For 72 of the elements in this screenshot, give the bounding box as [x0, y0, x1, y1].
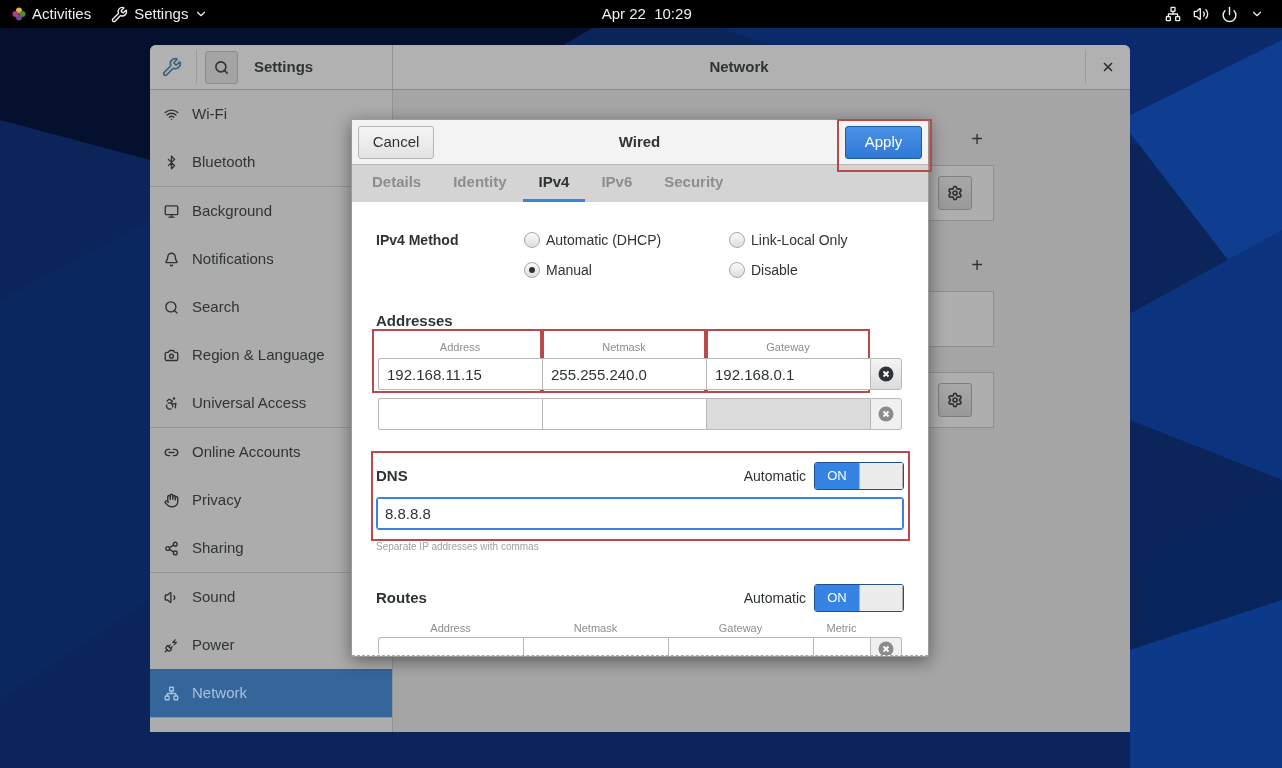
hand-icon: [164, 492, 179, 508]
clear-icon: [878, 406, 894, 422]
column-header: Gateway: [717, 621, 764, 636]
dns-field[interactable]: 8.8.8.8: [376, 497, 904, 530]
activities-button[interactable]: Activities: [32, 2, 92, 26]
share-icon: [164, 540, 179, 556]
column-header: Netmask: [601, 340, 647, 355]
table-field[interactable]: 192.168.11.15: [378, 358, 542, 390]
accessibility-icon: [164, 395, 179, 411]
app-menu[interactable]: Settings: [111, 2, 209, 26]
table-field[interactable]: 255.255.240.0: [542, 358, 706, 390]
radio-button[interactable]: [524, 262, 540, 278]
network-icon[interactable]: [1165, 6, 1181, 22]
network-icon: [164, 685, 179, 701]
add-button[interactable]: +: [968, 252, 986, 278]
table-field[interactable]: [813, 637, 870, 655]
column-header: Gateway: [765, 340, 811, 355]
flower-icon: [12, 7, 26, 21]
table-field[interactable]: 192.168.0.1: [706, 358, 870, 390]
section-title: DNS: [376, 465, 408, 486]
add-button[interactable]: +: [968, 126, 986, 152]
table-field[interactable]: [668, 637, 813, 655]
settings-button[interactable]: [938, 176, 972, 210]
sidebar-item[interactable]: Network: [150, 669, 392, 717]
monitor-icon: [164, 203, 179, 219]
radio-option[interactable]: Link-Local Only: [729, 229, 848, 251]
hint-text: Separate IP addresses with commas: [376, 540, 540, 554]
search-icon: [214, 59, 229, 75]
plug-icon: [164, 637, 179, 653]
column-header: Address: [429, 621, 472, 636]
dialog-title: Wired: [618, 131, 661, 152]
radio-button[interactable]: [524, 232, 540, 248]
settings-button[interactable]: [938, 383, 972, 417]
radio-option[interactable]: Disable: [729, 259, 848, 281]
power-icon[interactable]: [1221, 5, 1238, 23]
switch-label: Automatic: [743, 588, 806, 608]
toggle-switch[interactable]: ON: [814, 584, 904, 612]
gear-icon: [947, 392, 963, 408]
toggle-switch[interactable]: ON: [814, 462, 904, 490]
switch-label: Automatic: [743, 466, 806, 486]
apply-button[interactable]: Apply: [845, 125, 922, 159]
column-header: Address: [438, 340, 482, 355]
table-field[interactable]: [542, 398, 706, 430]
section-title: Routes: [376, 587, 427, 608]
table-field[interactable]: [378, 398, 542, 430]
cancel-button[interactable]: Cancel: [358, 125, 434, 159]
close-icon: [1101, 60, 1115, 74]
clear-icon: [878, 366, 894, 382]
delete-button[interactable]: [870, 358, 902, 390]
window-title: Settings: [254, 56, 314, 77]
tab[interactable]: IPv4: [522, 165, 586, 202]
column-header: Metric: [825, 621, 858, 636]
wifi-icon: [164, 106, 179, 122]
radio-option[interactable]: Automatic (DHCP): [524, 229, 729, 251]
gear-icon: [947, 185, 963, 201]
search-button[interactable]: [205, 50, 238, 84]
clock[interactable]: Apr 22 10:29: [601, 2, 692, 26]
panel-title: Network: [709, 56, 769, 77]
volume-icon[interactable]: [1193, 6, 1209, 22]
camera-icon: [164, 347, 179, 363]
tools-icon: [111, 5, 129, 23]
section-title: Addresses: [376, 312, 454, 329]
search-icon: [164, 299, 179, 315]
column-header: Netmask: [572, 621, 619, 636]
radio-button[interactable]: [729, 262, 745, 278]
radio-button[interactable]: [729, 232, 745, 248]
bell-icon: [164, 251, 179, 267]
method-label: IPv4 Method: [376, 231, 460, 250]
table-field[interactable]: [523, 637, 668, 655]
table-field[interactable]: [378, 637, 523, 655]
radio-option[interactable]: Manual: [524, 259, 729, 281]
tools-icon: [162, 57, 182, 77]
